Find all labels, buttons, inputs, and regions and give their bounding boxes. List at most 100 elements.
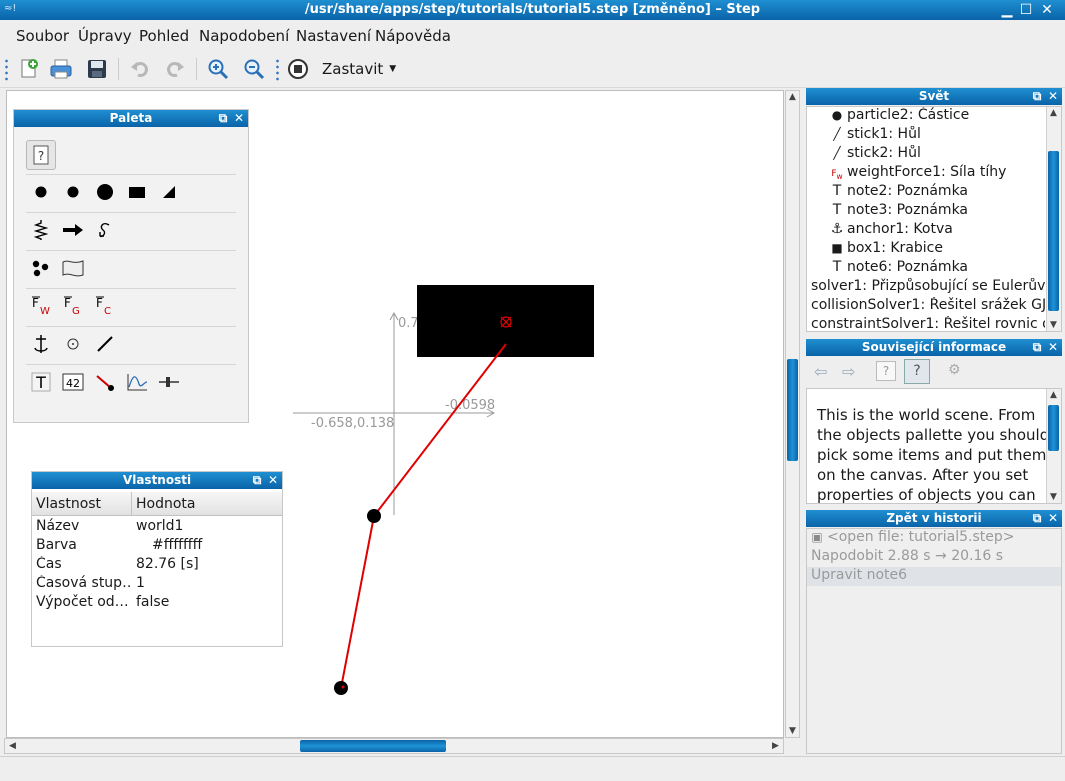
menu-nastaveni[interactable]: Nastavení <box>296 27 371 45</box>
float-icon[interactable]: ⧉ <box>250 472 264 488</box>
scroll-down-icon[interactable]: ▼ <box>1047 492 1060 502</box>
new-file-icon[interactable] <box>16 56 42 82</box>
close-icon[interactable]: ✕ <box>232 110 246 126</box>
scroll-thumb[interactable] <box>1048 151 1059 311</box>
menu-napoveda[interactable]: Nápověda <box>375 27 451 45</box>
stick-icon[interactable] <box>93 332 117 356</box>
back-icon[interactable]: ⇦ <box>814 362 827 381</box>
property-value[interactable]: #ffffffff <box>136 537 276 553</box>
float-icon[interactable]: ⧉ <box>216 110 230 126</box>
save-icon[interactable] <box>84 56 110 82</box>
float-icon[interactable]: ⧉ <box>1030 88 1044 104</box>
help-pointer-icon[interactable]: ? <box>26 140 56 170</box>
scroll-up-icon[interactable]: ▲ <box>1047 108 1060 118</box>
coulomb-force-icon[interactable]: FC <box>93 294 117 318</box>
canvas-vertical-scrollbar[interactable]: ▲ ▼ <box>785 90 800 738</box>
charged-particle-icon[interactable] <box>61 180 85 204</box>
soft-body-icon[interactable] <box>61 256 85 280</box>
minimize-icon[interactable]: ▁ <box>999 2 1015 18</box>
tree-item[interactable]: Tnote2: Poznámka <box>829 183 1044 199</box>
property-value[interactable]: 82.76 [s] <box>136 556 276 572</box>
menu-pohled[interactable]: Pohled <box>139 27 189 45</box>
stop-icon[interactable] <box>285 56 311 82</box>
tree-item[interactable]: Tnote6: Poznámka <box>829 259 1044 275</box>
pin-icon[interactable] <box>61 332 85 356</box>
tracer-icon[interactable] <box>93 370 117 394</box>
tree-item[interactable]: ⚓ anchor1: Kotva <box>829 221 1044 237</box>
info-scrollbar[interactable]: ▲ ▼ <box>1046 389 1061 503</box>
forward-icon[interactable]: ⇨ <box>842 362 855 381</box>
gravitation-force-icon[interactable]: FG <box>61 294 85 318</box>
meter-icon[interactable]: 42 <box>61 370 85 394</box>
disk-icon[interactable] <box>93 180 117 204</box>
close-icon[interactable]: ✕ <box>1046 339 1060 355</box>
particle1[interactable] <box>367 509 381 523</box>
property-value[interactable]: 1 <box>136 575 276 591</box>
palette-panel: Paleta ⧉ ✕ ? FW FG FC T 42 <box>13 109 249 423</box>
spring-icon[interactable] <box>29 218 53 242</box>
tree-item[interactable]: ╱ stick2: Hůl <box>829 145 1044 161</box>
menu-upravy[interactable]: Úpravy <box>78 27 132 45</box>
scroll-thumb[interactable] <box>787 359 798 461</box>
tree-item[interactable]: ● particle2: Částice <box>829 107 1044 123</box>
wiki-icon[interactable]: ⚙ <box>948 362 961 378</box>
world-scrollbar[interactable]: ▲ ▼ <box>1046 107 1061 331</box>
redo-icon[interactable] <box>162 56 188 82</box>
menu-napodobeni[interactable]: Napodobení <box>199 27 289 45</box>
controller-icon[interactable] <box>157 370 181 394</box>
column-header-value[interactable]: Hodnota <box>132 492 282 516</box>
scroll-up-icon[interactable]: ▲ <box>1047 390 1060 400</box>
menu-soubor[interactable]: Soubor <box>16 27 69 45</box>
weight-force-icon[interactable]: FW <box>29 294 53 318</box>
scroll-thumb[interactable] <box>300 740 446 752</box>
close-icon[interactable]: ✕ <box>1039 2 1055 18</box>
toolbar-grip[interactable] <box>276 58 279 82</box>
scroll-right-icon[interactable]: ▶ <box>769 741 782 751</box>
float-icon[interactable]: ⧉ <box>1030 339 1044 355</box>
rotational-spring-icon[interactable] <box>93 218 117 242</box>
property-value[interactable]: world1 <box>136 518 276 534</box>
help-icon[interactable]: ? <box>876 361 896 381</box>
simulate-dropdown[interactable]: Zastavit ▼ <box>322 60 396 78</box>
world-canvas[interactable]: 0.7 -0.0598 -0.658,0.138 Paleta ⧉ ✕ ? F … <box>6 90 784 738</box>
note-icon[interactable]: T <box>29 370 53 394</box>
close-icon[interactable]: ✕ <box>1046 510 1060 526</box>
canvas-horizontal-scrollbar[interactable]: ◀ ▶ <box>4 738 784 754</box>
zoom-in-icon[interactable] <box>205 56 231 82</box>
property-value[interactable]: false <box>136 594 276 610</box>
box-icon[interactable] <box>125 180 149 204</box>
column-header-property[interactable]: Vlastnost <box>32 492 132 516</box>
undo-icon[interactable] <box>127 56 153 82</box>
tree-item[interactable]: ╱ stick1: Hůl <box>829 126 1044 142</box>
anchor-icon[interactable] <box>29 332 53 356</box>
sync-selection-icon[interactable]: ? <box>904 359 930 384</box>
scroll-up-icon[interactable]: ▲ <box>786 92 799 102</box>
history-item[interactable]: ▣ <open file: tutorial5.step> <box>809 529 1059 545</box>
print-icon[interactable] <box>48 56 74 82</box>
close-icon[interactable]: ✕ <box>266 472 280 488</box>
zoom-out-icon[interactable] <box>241 56 267 82</box>
history-item[interactable]: Napodobit 2.88 s → 20.16 s <box>811 548 1059 564</box>
scroll-left-icon[interactable]: ◀ <box>6 741 19 751</box>
graph-icon[interactable] <box>125 370 149 394</box>
tree-item[interactable]: ■ box1: Krabice <box>829 240 1044 256</box>
particle2[interactable] <box>334 681 348 695</box>
scroll-down-icon[interactable]: ▼ <box>786 726 799 736</box>
tree-item[interactable]: constraintSolver1: Řešitel rovnic om <box>811 316 1045 332</box>
tree-item[interactable]: Tnote3: Poznámka <box>829 202 1044 218</box>
tree-item[interactable]: solver1: Přizpůsobující se Eulerův ř <box>811 278 1045 294</box>
scroll-thumb[interactable] <box>1048 405 1059 451</box>
scroll-down-icon[interactable]: ▼ <box>1047 320 1060 330</box>
polygon-icon[interactable] <box>157 180 181 204</box>
toolbar-grip[interactable] <box>5 58 8 82</box>
maximize-icon[interactable]: ☐ <box>1018 2 1034 18</box>
close-icon[interactable]: ✕ <box>1046 88 1060 104</box>
tree-item[interactable]: Fw weightForce1: Síla tíhy <box>829 164 1044 181</box>
float-icon[interactable]: ⧉ <box>1030 510 1044 526</box>
history-item-selected[interactable]: Upravit note6 <box>807 567 1061 586</box>
particle-icon[interactable] <box>29 180 53 204</box>
stick2[interactable] <box>340 515 375 689</box>
force-arrow-icon[interactable] <box>61 218 85 242</box>
gas-icon[interactable] <box>29 256 53 280</box>
tree-item[interactable]: collisionSolver1: Řešitel srážek GJK <box>811 297 1045 313</box>
